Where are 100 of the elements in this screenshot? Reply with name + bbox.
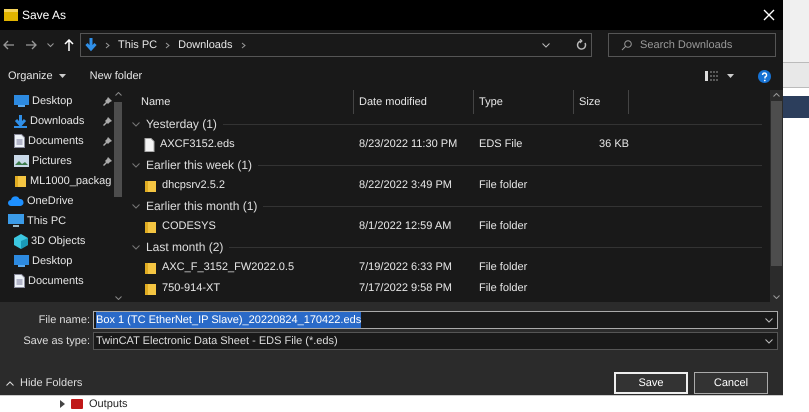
file-row[interactable]: 750-914-XT 7/17/2022 9:58 PM File folder: [124, 278, 770, 299]
monitor-icon: [14, 95, 29, 107]
chevron-down-icon[interactable]: [132, 162, 140, 168]
file-name: AXC_F_3152_FW2022.0.5: [162, 260, 294, 276]
chevron-up-icon[interactable]: [114, 92, 122, 96]
chevron-down-icon[interactable]: [114, 296, 122, 300]
chevron-down-icon[interactable]: [542, 42, 550, 48]
file-name-field[interactable]: Box 1 (TC EtherNet_IP Slave)_20220824_170422.eds: [93, 311, 778, 329]
help-icon[interactable]: [758, 70, 771, 82]
date-cell-text: 7/19/2022 6:33 PM: [358, 260, 453, 276]
nav-item[interactable]: Pictures: [0, 151, 112, 171]
tree-item[interactable]: Outputs: [89, 396, 128, 412]
search-input[interactable]: Search Downloads: [640, 36, 770, 54]
caret-icon: [727, 74, 734, 78]
breadcrumb[interactable]: Downloads: [178, 36, 233, 54]
details-view-icon: [705, 71, 719, 81]
type-cell-text: EDS File: [478, 137, 524, 152]
chevron-down-icon[interactable]: [132, 204, 140, 208]
file-name: dhcpsrv2.5.2: [162, 178, 225, 194]
column-header[interactable]: Size: [574, 90, 629, 114]
date-cell-text: 8/1/2022 12:59 AM: [358, 219, 452, 234]
group-header[interactable]: Last month (2): [146, 238, 224, 256]
back-icon[interactable]: [3, 40, 15, 50]
scrollbar-thumb[interactable]: [771, 101, 782, 266]
search-icon: [621, 40, 632, 50]
refresh-icon[interactable]: [576, 39, 587, 51]
date-cell-text: 8/23/2022 11:30 PM: [358, 137, 458, 152]
group-header[interactable]: Earlier this week (1): [146, 156, 252, 174]
file-name: 750-914-XT: [162, 281, 220, 296]
type-cell-text: File folder: [478, 178, 528, 194]
window-title: Save As: [22, 7, 66, 24]
chevron-up-icon[interactable]: [773, 93, 780, 97]
scrollbar-thumb[interactable]: [114, 102, 122, 197]
nav-item[interactable]: This PC: [0, 211, 112, 231]
caret-icon: [58, 74, 66, 78]
save-button[interactable]: Save: [614, 372, 688, 394]
picture-icon: [14, 155, 29, 167]
folder-icon: [71, 398, 83, 409]
nav-item[interactable]: Documents: [0, 131, 112, 151]
group-header[interactable]: Yesterday (1): [146, 115, 217, 133]
chevron-right-icon: [240, 42, 246, 48]
cloud-icon: [8, 196, 24, 206]
chevron-right-icon: [105, 42, 110, 48]
computer-icon: [8, 214, 24, 228]
size-cell-text: 36 KB: [598, 137, 629, 152]
nav-item[interactable]: 3D Objects: [0, 231, 112, 251]
search-box[interactable]: Search Downloads: [608, 33, 776, 57]
nav-item[interactable]: Desktop: [0, 91, 112, 111]
document-icon: [14, 274, 25, 288]
chevron-down-icon: [765, 338, 773, 344]
nav-item[interactable]: ML1000_packag: [0, 171, 112, 191]
date-cell-text: 7/17/2022 9:58 PM: [358, 281, 453, 296]
chevron-down-icon[interactable]: [773, 295, 780, 299]
view-menu[interactable]: [705, 71, 734, 81]
file-row[interactable]: AXCF3152.eds 8/23/2022 11:30 PM EDS File 36 KB: [124, 134, 770, 155]
file-row[interactable]: CODESYS 8/1/2022 12:59 AM File folder: [124, 216, 770, 237]
folder-icon: [144, 220, 157, 234]
type-cell-text: File folder: [478, 219, 528, 234]
type-cell-text: File folder: [478, 281, 528, 296]
field-label: File name:: [38, 312, 91, 328]
download-icon: [85, 38, 97, 52]
file-name: AXCF3152.eds: [160, 137, 235, 152]
folder-icon: [144, 282, 157, 296]
forward-icon[interactable]: [25, 40, 37, 50]
nav-item[interactable]: Desktop: [0, 251, 112, 271]
document-icon: [144, 138, 155, 152]
nav-item[interactable]: Documents: [0, 271, 112, 291]
field-label: Save as type:: [22, 334, 91, 349]
nav-item[interactable]: Downloads: [0, 111, 112, 131]
scrollbar[interactable]: [112, 90, 124, 302]
chevron-down-icon[interactable]: [132, 244, 140, 250]
new-folder-button[interactable]: New folder: [90, 68, 142, 84]
cancel-button[interactable]: Cancel: [694, 372, 768, 394]
breadcrumb[interactable]: This PC: [118, 36, 158, 54]
expand-arrow-icon[interactable]: [60, 400, 65, 408]
chevron-down-icon[interactable]: [47, 42, 54, 48]
chevron-down-icon: [765, 318, 773, 322]
file-row[interactable]: AXC_F_3152_FW2022.0.5 7/19/2022 6:33 PM File folder: [124, 257, 770, 278]
address-bar[interactable]: This PC Downloads: [80, 33, 592, 57]
download-icon: [14, 114, 27, 128]
document-icon: [14, 134, 25, 148]
chevron-down-icon[interactable]: [132, 122, 140, 126]
column-header[interactable]: Name: [124, 90, 354, 114]
organize-menu[interactable]: Organize: [8, 68, 66, 84]
monitor-icon: [14, 255, 29, 267]
folder-icon: [14, 174, 27, 188]
folder-icon: [144, 260, 157, 274]
chevron-right-icon: [165, 42, 170, 48]
hide-folders-button[interactable]: Hide Folders: [0, 374, 82, 392]
column-header[interactable]: Type: [474, 90, 574, 114]
file-type-dropdown[interactable]: TwinCAT Electronic Data Sheet - EDS File (*.eds): [93, 332, 778, 350]
up-arrow-icon[interactable]: [64, 39, 74, 51]
file-row[interactable]: dhcpsrv2.5.2 8/22/2022 3:49 PM File folder: [124, 175, 770, 196]
scrollbar[interactable]: [770, 90, 783, 302]
group-header[interactable]: Earlier this month (1): [146, 197, 258, 215]
close-icon[interactable]: [763, 9, 775, 21]
nav-item[interactable]: OneDrive: [0, 191, 112, 211]
column-header[interactable]: Date modified: [354, 90, 474, 114]
file-name: CODESYS: [162, 219, 216, 234]
folder-icon: [144, 178, 157, 192]
